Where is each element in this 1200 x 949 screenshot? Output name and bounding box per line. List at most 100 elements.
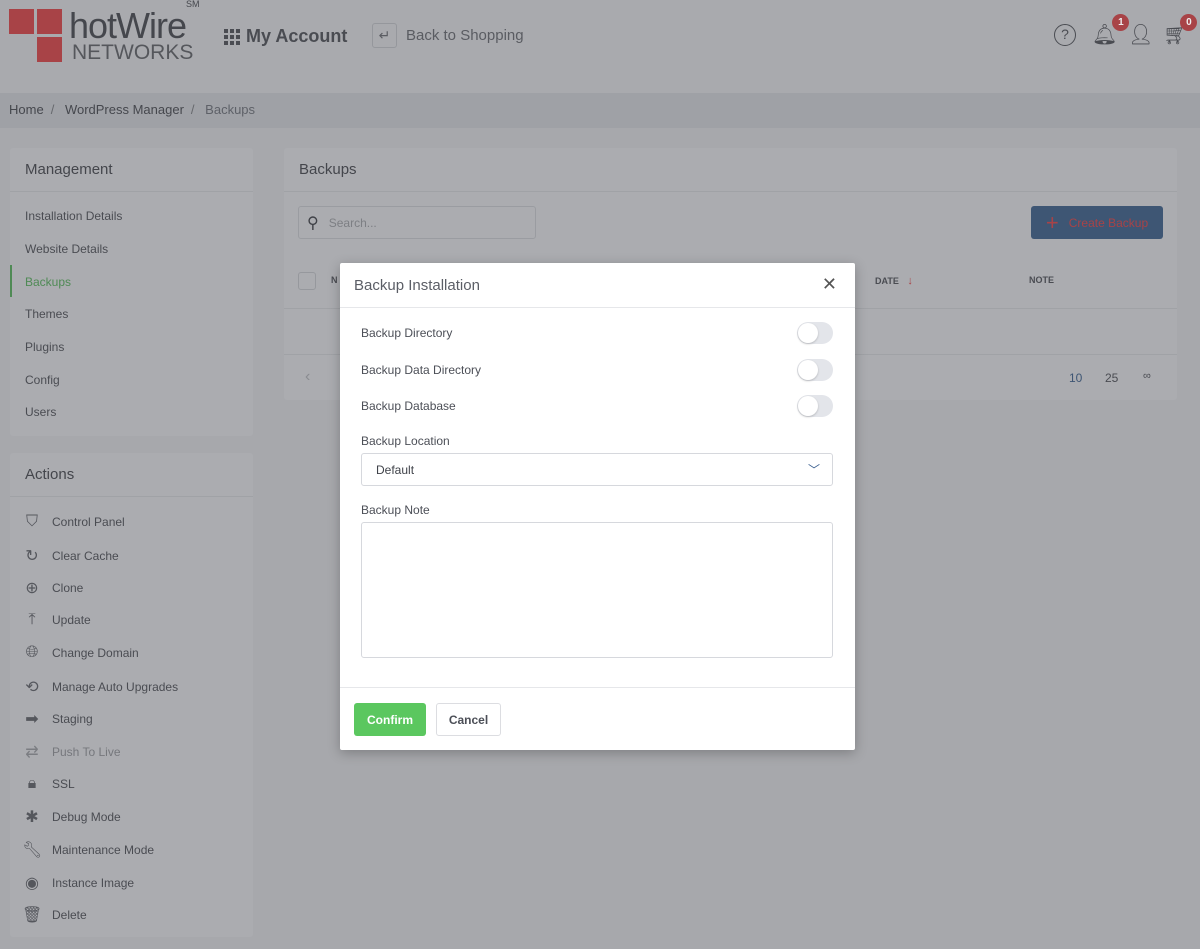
sidebar-item-config[interactable]: Config — [25, 373, 60, 387]
clone-icon: ⊕ — [25, 580, 39, 598]
actions-title: Actions — [10, 453, 253, 497]
action-maintenance-mode[interactable]: 🔧︎ Maintenance Mode — [22, 840, 154, 860]
action-label: Staging — [52, 712, 93, 727]
lock-icon: 🔒︎ — [27, 774, 37, 792]
sidebar-item-installation-details[interactable]: Installation Details — [25, 209, 122, 223]
notifications-bell-icon[interactable]: 🔔︎ 1 — [1092, 14, 1130, 47]
select-all-checkbox[interactable] — [298, 272, 316, 290]
plus-icon: + — [1045, 209, 1059, 235]
action-delete[interactable]: 🗑︎ Delete — [22, 905, 87, 925]
sidebar-item-plugins[interactable]: Plugins — [25, 340, 64, 354]
sidebar-item-website-details[interactable]: Website Details — [25, 242, 108, 256]
wrench-icon: 🔧︎ — [22, 842, 43, 859]
action-label: Delete — [52, 908, 87, 923]
management-card: Management Installation Details Website … — [10, 148, 253, 436]
return-icon: ↵ — [372, 23, 397, 48]
arrow-right-icon: ➡ — [25, 711, 39, 729]
action-ssl[interactable]: 🔒︎ SSL — [22, 775, 75, 793]
page-size-25[interactable]: 25 — [1105, 371, 1118, 385]
user-icon[interactable]: 👤︎ — [1128, 22, 1153, 47]
action-label: Instance Image — [52, 875, 135, 890]
brand-sub: NETWORKS — [72, 41, 194, 64]
upload-icon: ⤒ — [28, 611, 36, 629]
swap-icon: ⇄ — [25, 743, 39, 761]
back-to-shopping-link[interactable]: ↵ Back to Shopping — [372, 23, 524, 48]
action-clone[interactable]: ⊕ Clone — [22, 578, 83, 598]
brand-mark: SM — [186, 0, 200, 9]
action-label: Control Panel — [52, 515, 125, 529]
action-label: Maintenance Mode — [52, 843, 155, 857]
help-icon[interactable]: ? — [1054, 22, 1076, 46]
cart-badge: 0 — [1180, 14, 1198, 31]
action-label: Change Domain — [52, 645, 139, 660]
backup-data-directory-toggle[interactable] — [797, 359, 833, 381]
action-update[interactable]: ⤒ Update — [22, 611, 91, 629]
my-account-link[interactable]: My Account — [224, 26, 347, 47]
backup-location-select[interactable]: Default ﹀ — [361, 453, 833, 486]
backup-directory-toggle[interactable] — [797, 322, 833, 344]
action-manage-auto-upgrades[interactable]: ⟲ Manage Auto Upgrades — [22, 677, 178, 697]
sidebar-item-themes[interactable]: Themes — [25, 307, 68, 321]
action-label: Push To Live — [52, 744, 121, 759]
search-icon: ⚲ — [307, 214, 319, 232]
action-label: Clone — [52, 581, 84, 596]
search-input[interactable]: ⚲ Search... — [298, 206, 536, 239]
my-account-label: My Account — [246, 26, 348, 46]
cart-icon[interactable]: 🛒︎ 0 — [1163, 14, 1198, 47]
breadcrumb: Home / WordPress Manager / Backups — [0, 93, 1200, 128]
sidebar-item-users[interactable]: Users — [25, 405, 56, 419]
modal-title: Backup Installation — [354, 277, 480, 294]
backup-database-label: Backup Database — [361, 399, 456, 413]
notification-badge: 1 — [1112, 14, 1130, 31]
action-staging[interactable]: ➡ Staging — [22, 709, 93, 729]
trash-icon: 🗑︎ — [22, 907, 43, 925]
action-change-domain[interactable]: 🌐︎ Change Domain — [22, 644, 139, 662]
close-icon[interactable]: ✕ — [822, 274, 837, 295]
page-size-10[interactable]: 10 — [1069, 371, 1082, 385]
actions-card: Actions ⛉ Control Panel ↻ Clear Cache ⊕ Clone… — [10, 453, 253, 937]
backup-note-textarea[interactable] — [361, 522, 833, 658]
back-to-shopping-label: Back to Shopping — [406, 27, 524, 44]
prev-page-icon[interactable]: ‹ — [305, 368, 310, 386]
cancel-button[interactable]: Cancel — [436, 703, 501, 736]
apps-grid-icon — [224, 28, 240, 45]
column-name[interactable]: N — [331, 275, 338, 285]
column-note[interactable]: NOTE — [1029, 275, 1054, 285]
action-debug-mode[interactable]: ✱ Debug Mode — [22, 807, 120, 827]
backup-database-toggle[interactable] — [797, 395, 833, 417]
sidebar-item-backups[interactable]: Backups — [25, 275, 71, 289]
confirm-button[interactable]: Confirm — [354, 703, 426, 736]
create-backup-label: Create Backup — [1068, 215, 1149, 230]
image-icon: ◉ — [25, 874, 39, 892]
action-label: Manage Auto Upgrades — [52, 679, 179, 694]
create-backup-button[interactable]: + Create Backup — [1031, 206, 1163, 239]
backup-note-label: Backup Note — [361, 503, 430, 517]
page-size-all[interactable]: ∞ — [1143, 370, 1151, 382]
column-date[interactable]: DATE ↓ — [875, 275, 913, 287]
backup-directory-label: Backup Directory — [361, 326, 453, 340]
backups-title: Backups — [284, 148, 1177, 192]
action-control-panel[interactable]: ⛉ Control Panel — [22, 513, 125, 531]
logo[interactable]: hotWireSM NETWORKS — [9, 0, 209, 65]
action-push-to-live[interactable]: ⇄ Push To Live — [22, 742, 121, 762]
history-icon: ⟲ — [25, 678, 39, 696]
backup-location-label: Backup Location — [361, 434, 450, 448]
sort-down-icon: ↓ — [907, 275, 913, 287]
bug-icon: ✱ — [25, 809, 39, 827]
breadcrumb-current: Backups — [205, 102, 256, 117]
action-label: Update — [52, 613, 91, 628]
management-title: Management — [10, 148, 253, 192]
globe-icon: 🌐︎ — [25, 643, 39, 661]
breadcrumb-home[interactable]: Home — [9, 102, 44, 117]
action-label: Clear Cache — [52, 548, 119, 563]
action-label: SSL — [52, 776, 75, 791]
chevron-down-icon: ﹀ — [807, 463, 820, 477]
breadcrumb-wordpress-manager[interactable]: WordPress Manager — [65, 102, 184, 117]
refresh-icon: ↻ — [25, 547, 39, 565]
backup-data-directory-label: Backup Data Directory — [361, 363, 482, 377]
search-placeholder: Search... — [328, 215, 377, 230]
action-clear-cache[interactable]: ↻ Clear Cache — [22, 546, 119, 566]
active-indicator — [10, 265, 12, 297]
action-instance-image[interactable]: ◉ Instance Image — [22, 873, 134, 893]
top-header: hotWireSM NETWORKS My Account ↵ Back to … — [0, 0, 1200, 93]
